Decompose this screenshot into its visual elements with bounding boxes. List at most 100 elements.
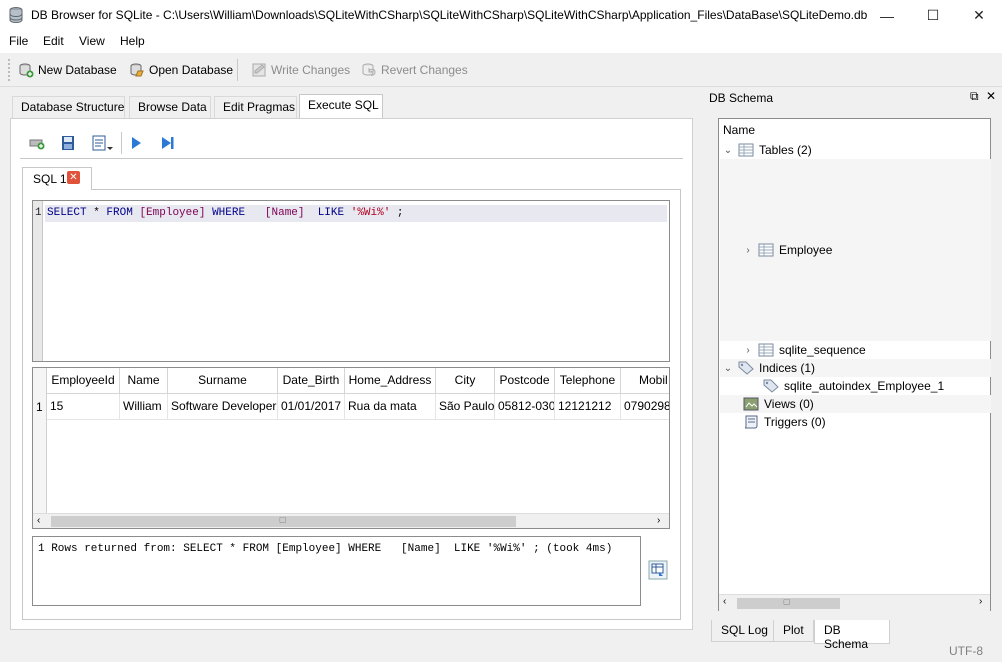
tab-db-schema[interactable]: DB Schema [814,620,890,651]
minimize-button[interactable]: — [864,0,910,31]
open-database-label: Open Database [149,63,234,77]
tab-plot[interactable]: Plot [773,620,814,642]
save-results-button[interactable] [648,560,668,580]
revert-changes-button[interactable]: Revert Changes [361,60,468,80]
main-toolbar: New Database Open Database Write Changes… [0,53,1002,87]
tab-browse-data[interactable]: Browse Data [129,96,211,118]
dock-float-button[interactable]: ⧉ [970,89,979,104]
scroll-right-icon[interactable]: › [657,515,660,526]
tree-indices[interactable]: ⌄ Indices (1) [723,361,815,375]
chevron-down-icon[interactable]: ⌄ [723,363,733,374]
new-database-button[interactable]: New Database [18,60,117,80]
table-icon [758,343,774,357]
close-window-button[interactable]: ✕ [956,0,1002,31]
table-cell[interactable]: Software Developer [168,394,278,420]
chevron-right-icon[interactable]: › [743,345,753,356]
row-header [33,368,47,514]
execute-current-line-button[interactable] [159,134,177,152]
menu-help[interactable]: Help [120,34,145,48]
sql-toolbar-separator [121,132,122,154]
tab-database-structure[interactable]: Database Structure [12,96,125,118]
write-changes-icon [252,63,266,77]
write-changes-label: Write Changes [271,63,351,77]
table-cell[interactable]: 15 [47,394,120,420]
tree-index-autoindex[interactable]: sqlite_autoindex_Employee_1 [763,379,944,393]
table-cell[interactable]: William [120,394,168,420]
column-header[interactable]: Name [120,368,168,394]
open-tab-button[interactable] [28,134,46,152]
dock-close-button[interactable]: ✕ [986,89,996,103]
write-changes-button[interactable]: Write Changes [251,60,350,80]
triggers-label: Triggers (0) [764,415,826,429]
scroll-right-icon[interactable]: › [979,596,982,607]
column-header[interactable]: City [436,368,495,394]
open-database-button[interactable]: Open Database [129,60,233,80]
menu-file[interactable]: File [9,34,28,48]
sql-code[interactable]: SELECT * FROM [Employee] WHERE [Name] LI… [47,207,404,219]
open-database-icon [130,63,144,77]
close-tab-icon[interactable]: ✕ [67,171,80,184]
scroll-left-icon[interactable]: ‹ [723,596,726,607]
table-icon [738,143,754,157]
open-sql-file-button[interactable] [59,134,77,152]
column-header[interactable]: Home_Address [345,368,436,394]
tab-edit-pragmas[interactable]: Edit Pragmas [214,96,297,118]
line-number-gutter [33,201,43,361]
table-cell[interactable]: São Paulo [436,394,495,420]
window-title: DB Browser for SQLite - C:\Users\William… [31,8,868,22]
column-header[interactable]: Date_Birth [278,368,345,394]
new-database-icon [19,63,34,78]
column-header[interactable]: Postcode [495,368,555,394]
play-to-end-icon [162,137,174,149]
save-sql-file-icon [92,135,113,151]
column-header[interactable]: Telephone [555,368,621,394]
tab-sql-1[interactable]: SQL 1 ✕ [22,167,92,190]
tree-table-employee[interactable]: › Employee [743,243,832,257]
toolbar-grip[interactable] [8,59,10,81]
table-cell[interactable]: Rua da mata [345,394,436,420]
results-horizontal-scrollbar[interactable]: ‹ ▢ › [33,513,669,528]
execute-all-button[interactable] [127,134,145,152]
table-name: sqlite_sequence [779,343,866,357]
tab-execute-sql[interactable]: Execute SQL [299,94,383,119]
scroll-grip-icon: ▢ [279,515,287,524]
chevron-right-icon[interactable]: › [743,245,753,256]
schema-name-header[interactable]: Name [723,123,755,137]
revert-changes-icon [362,63,376,76]
sql-editor[interactable]: 1 SELECT * FROM [Employee] WHERE [Name] … [32,200,670,362]
schema-horizontal-scrollbar[interactable]: ‹ ▢ › [719,594,990,611]
menu-view[interactable]: View [79,34,105,48]
column-header[interactable]: EmployeeId [47,368,120,394]
dock-title: DB Schema [709,91,774,105]
column-header[interactable]: Surname [168,368,278,394]
chevron-down-icon[interactable]: ⌄ [723,145,733,156]
revert-changes-label: Revert Changes [381,63,468,77]
execution-message: 1 Rows returned from: SELECT * FROM [Emp… [32,536,641,606]
view-icon [743,397,759,411]
scroll-left-icon[interactable]: ‹ [37,515,40,526]
new-database-label: New Database [38,63,117,77]
sql-toolbar [20,126,683,159]
menu-bar: File Edit View Help [0,31,1002,53]
tree-table-sqlite-sequence[interactable]: › sqlite_sequence [743,343,866,357]
table-cell[interactable]: 05812-030 [495,394,555,420]
table-cell[interactable]: 12121212 [555,394,621,420]
tree-tables[interactable]: ⌄ Tables (2) [723,143,812,157]
table-cell[interactable]: 0790298 [621,394,669,420]
line-number: 1 [35,207,42,219]
tab-sql-log[interactable]: SQL Log [711,620,778,642]
table-icon [758,243,774,257]
title-bar: DB Browser for SQLite - C:\Users\William… [0,0,1002,31]
row-number[interactable]: 1 [36,400,43,414]
tag-icon [738,361,754,375]
column-header[interactable]: Mobil [621,368,669,394]
menu-edit[interactable]: Edit [43,34,64,48]
results-grid: EmployeeId Name Surname Date_Birth Home_… [32,367,670,529]
save-sql-file-button[interactable] [91,134,113,152]
maximize-button[interactable]: ☐ [910,0,956,31]
table-cell[interactable]: 01/01/2017 [278,394,345,420]
tree-views[interactable]: Views (0) [743,397,814,411]
views-label: Views (0) [764,397,814,411]
toolbar-separator [237,59,238,81]
tree-triggers[interactable]: Triggers (0) [743,415,826,429]
